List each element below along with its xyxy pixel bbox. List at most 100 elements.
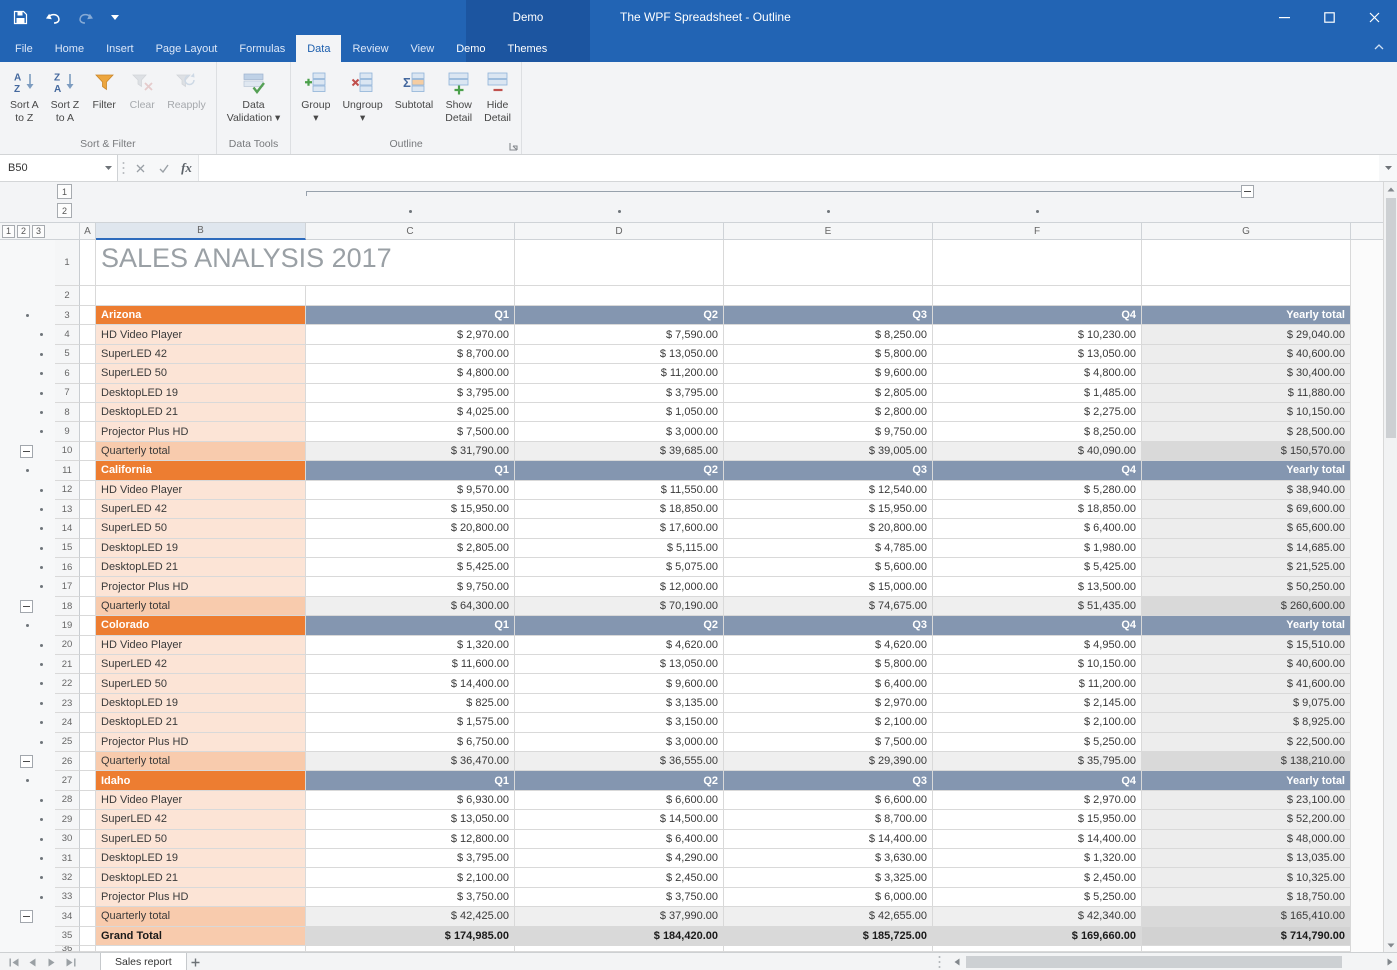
value-cell[interactable]: $ 2,450.00 <box>515 868 724 887</box>
value-cell[interactable]: $ 6,000.00 <box>724 888 933 907</box>
row-header-14[interactable]: 14 <box>55 519 80 538</box>
value-cell[interactable]: $ 13,050.00 <box>933 345 1142 364</box>
product-name-cell[interactable]: Projector Plus HD <box>96 577 306 596</box>
select-all-corner[interactable] <box>55 222 80 240</box>
total-value-cell[interactable]: $ 42,425.00 <box>306 907 515 926</box>
value-cell[interactable]: $ 5,425.00 <box>306 558 515 577</box>
value-cell[interactable]: $ 21,525.00 <box>1142 558 1351 577</box>
cell[interactable] <box>80 577 96 596</box>
quarter-header-cell[interactable]: Q2 <box>515 771 724 790</box>
value-cell[interactable]: $ 2,805.00 <box>306 539 515 558</box>
formula-bar-splitter[interactable] <box>118 155 129 181</box>
ribbon-tab-themes[interactable]: Themes <box>497 35 559 62</box>
cell[interactable] <box>80 830 96 849</box>
sheet-tab-sales-report[interactable]: Sales report <box>100 953 187 970</box>
minimize-button[interactable] <box>1262 0 1307 35</box>
row-header-27[interactable]: 27 <box>55 771 80 790</box>
product-name-cell[interactable]: Projector Plus HD <box>96 422 306 441</box>
product-name-cell[interactable]: SuperLED 50 <box>96 364 306 383</box>
title-cell[interactable]: SALES ANALYSIS 2017 <box>96 240 306 286</box>
column-header-a[interactable]: A <box>80 222 96 240</box>
collapse-row-group-button[interactable] <box>20 755 33 768</box>
total-value-cell[interactable]: $ 29,390.00 <box>724 752 933 771</box>
value-cell[interactable]: $ 1,485.00 <box>933 384 1142 403</box>
ribbon-tab-data[interactable]: Data <box>296 35 341 62</box>
confirm-formula-icon[interactable] <box>152 155 175 181</box>
cell[interactable] <box>80 286 96 306</box>
product-name-cell[interactable]: SuperLED 50 <box>96 674 306 693</box>
first-sheet-icon[interactable] <box>4 953 23 970</box>
cell[interactable] <box>1142 240 1351 286</box>
value-cell[interactable]: $ 8,700.00 <box>724 810 933 829</box>
cell[interactable] <box>80 636 96 655</box>
value-cell[interactable]: $ 3,795.00 <box>306 849 515 868</box>
quarter-header-cell[interactable]: Q1 <box>306 616 515 635</box>
state-name-cell[interactable]: Arizona <box>96 306 306 325</box>
row-header-29[interactable]: 29 <box>55 810 80 829</box>
subtotal-button[interactable]: ΣSubtotal <box>389 65 440 114</box>
product-name-cell[interactable]: DesktopLED 21 <box>96 558 306 577</box>
column-header-d[interactable]: D <box>515 222 724 240</box>
quarter-header-cell[interactable]: Q4 <box>933 616 1142 635</box>
value-cell[interactable]: $ 14,400.00 <box>306 674 515 693</box>
cell[interactable] <box>80 655 96 674</box>
value-cell[interactable]: $ 9,600.00 <box>515 674 724 693</box>
value-cell[interactable]: $ 3,000.00 <box>515 733 724 752</box>
total-label-cell[interactable]: Quarterly total <box>96 907 306 926</box>
row-header-24[interactable]: 24 <box>55 713 80 732</box>
value-cell[interactable]: $ 3,135.00 <box>515 694 724 713</box>
cell[interactable] <box>1142 286 1351 306</box>
value-cell[interactable]: $ 20,800.00 <box>724 519 933 538</box>
quarter-header-cell[interactable]: Q1 <box>306 771 515 790</box>
row-outline-level-2-button[interactable]: 2 <box>17 225 30 238</box>
row-header-32[interactable]: 32 <box>55 868 80 887</box>
undo-icon[interactable] <box>45 12 61 24</box>
row-header-28[interactable]: 28 <box>55 791 80 810</box>
total-value-cell[interactable]: $ 42,340.00 <box>933 907 1142 926</box>
row-header-11[interactable]: 11 <box>55 461 80 480</box>
state-name-cell[interactable]: Idaho <box>96 771 306 790</box>
quarter-header-cell[interactable]: Yearly total <box>1142 461 1351 480</box>
column-header-b[interactable]: B <box>96 222 306 240</box>
ribbon-tab-demo[interactable]: Demo <box>445 35 496 62</box>
product-name-cell[interactable]: SuperLED 42 <box>96 500 306 519</box>
product-name-cell[interactable]: HD Video Player <box>96 791 306 810</box>
tab-scroll-splitter[interactable] <box>938 955 941 969</box>
next-sheet-icon[interactable] <box>42 953 61 970</box>
cell[interactable] <box>80 500 96 519</box>
value-cell[interactable]: $ 8,250.00 <box>933 422 1142 441</box>
value-cell[interactable]: $ 7,590.00 <box>515 325 724 344</box>
value-cell[interactable]: $ 9,570.00 <box>306 481 515 500</box>
value-cell[interactable]: $ 4,800.00 <box>306 364 515 383</box>
row-header-9[interactable]: 9 <box>55 422 80 441</box>
value-cell[interactable]: $ 14,685.00 <box>1142 539 1351 558</box>
value-cell[interactable]: $ 50,250.00 <box>1142 577 1351 596</box>
cell[interactable] <box>80 403 96 422</box>
value-cell[interactable]: $ 18,750.00 <box>1142 888 1351 907</box>
quick-access-dropdown-icon[interactable] <box>111 15 119 20</box>
column-header-e[interactable]: E <box>724 222 933 240</box>
state-name-cell[interactable]: California <box>96 461 306 480</box>
value-cell[interactable]: $ 3,000.00 <box>515 422 724 441</box>
cell[interactable] <box>80 752 96 771</box>
sort-z-to-a-button[interactable]: ZASort Z to A <box>45 65 86 127</box>
value-cell[interactable]: $ 2,450.00 <box>933 868 1142 887</box>
quarter-header-cell[interactable]: Q3 <box>724 306 933 325</box>
value-cell[interactable]: $ 6,600.00 <box>515 791 724 810</box>
cell[interactable] <box>515 240 724 286</box>
value-cell[interactable]: $ 12,540.00 <box>724 481 933 500</box>
cell[interactable] <box>933 240 1142 286</box>
value-cell[interactable]: $ 3,750.00 <box>515 888 724 907</box>
formula-bar-expand-icon[interactable] <box>1379 155 1397 181</box>
value-cell[interactable]: $ 14,500.00 <box>515 810 724 829</box>
sort-a-to-z-button[interactable]: AZSort A to Z <box>4 65 45 127</box>
value-cell[interactable]: $ 10,150.00 <box>1142 403 1351 422</box>
value-cell[interactable]: $ 15,950.00 <box>724 500 933 519</box>
cell[interactable] <box>80 771 96 790</box>
value-cell[interactable]: $ 7,500.00 <box>724 733 933 752</box>
value-cell[interactable]: $ 2,100.00 <box>306 868 515 887</box>
value-cell[interactable]: $ 5,425.00 <box>933 558 1142 577</box>
total-label-cell[interactable]: Quarterly total <box>96 597 306 616</box>
row-header-26[interactable]: 26 <box>55 752 80 771</box>
cell[interactable] <box>96 946 306 952</box>
